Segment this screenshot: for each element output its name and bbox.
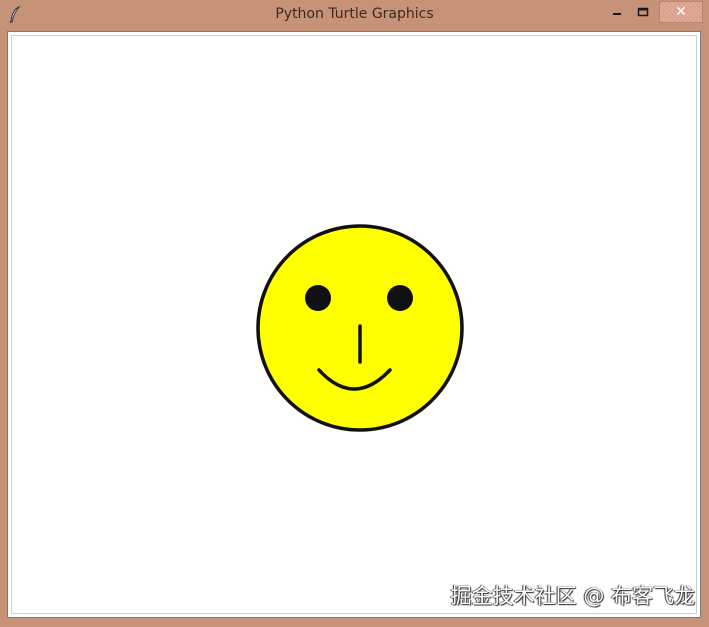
minimize-icon — [613, 13, 621, 15]
smiley-drawing — [256, 224, 464, 432]
turtle-canvas[interactable] — [11, 35, 697, 614]
title-bar[interactable]: Python Turtle Graphics ✕ — [0, 0, 709, 31]
maximize-button[interactable] — [630, 1, 656, 23]
watermark-text: 掘金技术社区 @ 布客飞龙 — [450, 584, 695, 608]
right-eye — [387, 285, 413, 311]
maximize-icon — [637, 7, 649, 17]
feather-icon — [9, 6, 21, 24]
left-eye — [305, 285, 331, 311]
minimize-button[interactable] — [604, 1, 630, 23]
window-title: Python Turtle Graphics — [275, 6, 434, 22]
close-icon: ✕ — [675, 4, 687, 20]
close-button[interactable]: ✕ — [659, 1, 703, 23]
turtle-canvas-frame — [7, 31, 701, 618]
turtle-window: Python Turtle Graphics ✕ 掘金技术社区 @ 布客飞龙 — [0, 0, 709, 627]
